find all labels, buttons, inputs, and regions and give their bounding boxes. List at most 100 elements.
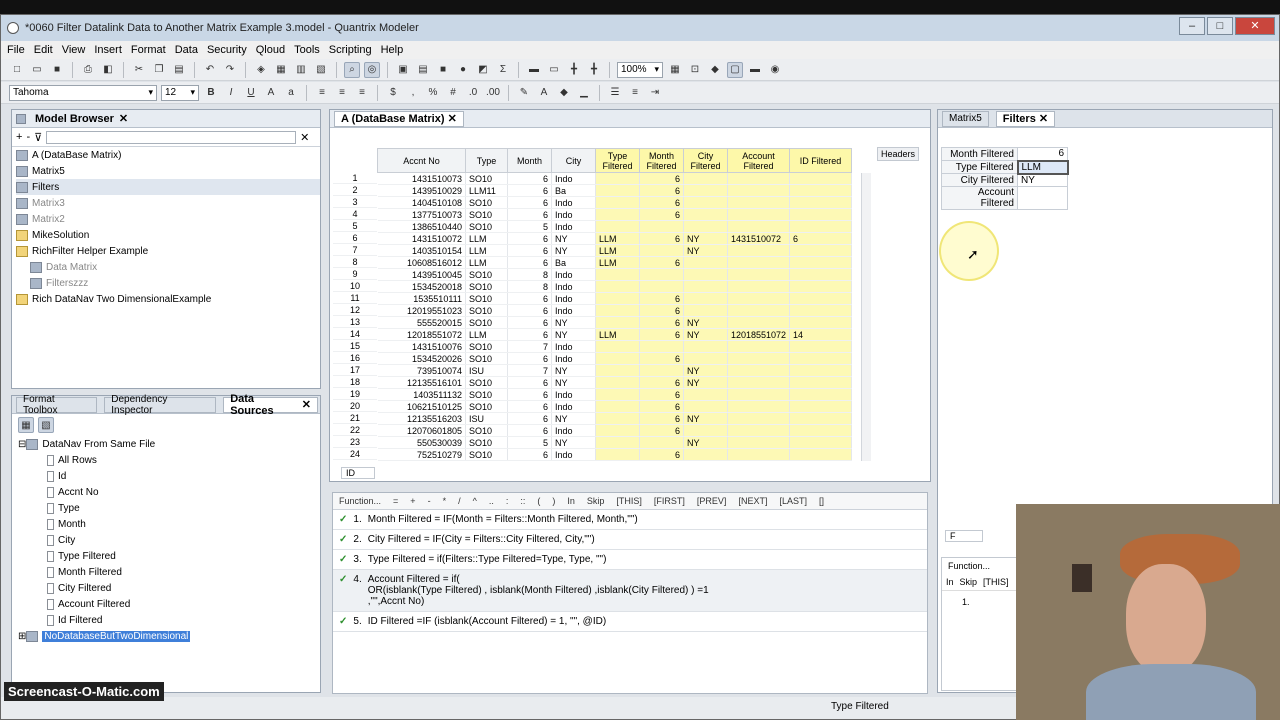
datasource-field[interactable]: Id Filtered — [18, 612, 320, 628]
cell[interactable]: 1404510108 — [377, 196, 466, 209]
cell[interactable]: SO10 — [465, 316, 508, 329]
cell[interactable]: SO10 — [465, 304, 508, 317]
formula-tool-button[interactable]: [] — [819, 496, 824, 506]
cell[interactable]: SO10 — [465, 280, 508, 293]
cell[interactable]: 6 — [507, 244, 552, 257]
redo-icon[interactable]: ↷ — [222, 62, 238, 78]
bold-icon[interactable]: B — [203, 85, 219, 101]
cell[interactable]: NY — [683, 436, 728, 449]
cell[interactable]: Indo — [551, 172, 596, 185]
cell[interactable]: 6 — [639, 196, 684, 209]
column-header[interactable]: City — [551, 148, 596, 173]
open-icon[interactable]: ▭ — [29, 62, 45, 78]
percent-icon[interactable]: % — [425, 85, 441, 101]
cell[interactable] — [595, 220, 640, 233]
cell[interactable]: SO10 — [465, 388, 508, 401]
cell[interactable] — [595, 400, 640, 413]
cell[interactable]: NY — [551, 328, 596, 341]
cell[interactable]: SO10 — [465, 196, 508, 209]
cell[interactable]: 1431510076 — [377, 340, 466, 353]
cell[interactable]: LLM11 — [465, 184, 508, 197]
menu-security[interactable]: Security — [207, 44, 247, 56]
cell[interactable]: 12135516101 — [377, 376, 466, 389]
cell[interactable]: Indo — [551, 304, 596, 317]
cell[interactable] — [683, 424, 728, 437]
cell[interactable]: NY — [683, 244, 728, 257]
cell[interactable] — [595, 304, 640, 317]
collapse-icon[interactable]: ⊟ — [18, 439, 26, 450]
row-number[interactable]: 24 — [333, 448, 377, 460]
cell[interactable] — [789, 244, 852, 257]
cell[interactable]: 6 — [507, 304, 552, 317]
row-number[interactable]: 16 — [333, 352, 377, 364]
cell[interactable]: 12018551072 — [727, 328, 790, 341]
datasource-field[interactable]: Month — [18, 516, 320, 532]
cell[interactable] — [789, 220, 852, 233]
right-function-button[interactable]: Function... — [942, 558, 1016, 574]
cell[interactable] — [789, 340, 852, 353]
cell[interactable]: Indo — [551, 280, 596, 293]
font-shrink-icon[interactable]: a — [283, 85, 299, 101]
menu-data[interactable]: Data — [175, 44, 198, 56]
cell[interactable]: Indo — [551, 352, 596, 365]
cell[interactable]: 555520015 — [377, 316, 466, 329]
cell[interactable] — [595, 208, 640, 221]
cell[interactable]: Indo — [551, 400, 596, 413]
filter-value[interactable] — [1017, 186, 1068, 210]
column-header[interactable]: Account Filtered — [727, 148, 790, 173]
cell[interactable]: 1534520018 — [377, 280, 466, 293]
ungroup-icon[interactable]: ▭ — [546, 62, 562, 78]
minimize-button[interactable]: – — [1179, 17, 1205, 35]
cell[interactable] — [683, 448, 728, 461]
cell[interactable]: Ba — [551, 256, 596, 269]
cell[interactable] — [595, 436, 640, 449]
cell[interactable]: Indo — [551, 220, 596, 233]
cell[interactable] — [789, 268, 852, 281]
menu-scripting[interactable]: Scripting — [329, 44, 372, 56]
cell[interactable] — [595, 292, 640, 305]
column-header[interactable]: Month Filtered — [639, 148, 684, 173]
row-number[interactable]: 3 — [333, 196, 377, 208]
cell[interactable]: 1403510154 — [377, 244, 466, 257]
cell[interactable] — [727, 364, 790, 377]
cube-icon[interactable]: ◆ — [707, 62, 723, 78]
tree-item[interactable]: MikeSolution — [16, 227, 320, 243]
cell[interactable] — [639, 280, 684, 293]
cell[interactable]: 6 — [507, 448, 552, 461]
cell[interactable]: 1534520026 — [377, 352, 466, 365]
cell[interactable]: 6 — [507, 424, 552, 437]
column-header[interactable]: Type — [465, 148, 508, 173]
italic-icon[interactable]: I — [223, 85, 239, 101]
line-color-icon[interactable]: ▁ — [576, 85, 592, 101]
cell[interactable] — [595, 172, 640, 185]
cell[interactable] — [727, 388, 790, 401]
cell[interactable] — [683, 208, 728, 221]
cell[interactable] — [683, 340, 728, 353]
cell[interactable] — [727, 376, 790, 389]
cell[interactable] — [789, 184, 852, 197]
cell[interactable]: 6 — [507, 196, 552, 209]
formula-tool-button[interactable]: Skip — [587, 496, 605, 506]
cell[interactable]: NY — [551, 316, 596, 329]
cell[interactable]: SO10 — [465, 352, 508, 365]
datasource-field[interactable]: Type Filtered — [18, 548, 320, 564]
tree-item[interactable]: Matrix2 — [16, 211, 320, 227]
formula-tool-button[interactable]: : — [506, 496, 509, 506]
cell[interactable] — [727, 244, 790, 257]
format-painter-icon[interactable]: ✎ — [516, 85, 532, 101]
matrix-scrollbar[interactable] — [861, 173, 871, 461]
maximize-button[interactable]: □ — [1207, 17, 1233, 35]
cell[interactable]: 6 — [639, 400, 684, 413]
filter-value[interactable]: NY — [1017, 173, 1068, 187]
cell[interactable]: LLM — [595, 244, 640, 257]
cell[interactable]: 6 — [639, 304, 684, 317]
toggle-view-icon[interactable]: ▢ — [727, 61, 743, 78]
cell[interactable]: 5 — [507, 436, 552, 449]
datasource-field[interactable]: Account Filtered — [18, 596, 320, 612]
menu-format[interactable]: Format — [131, 44, 166, 56]
cell[interactable] — [639, 340, 684, 353]
row-number[interactable]: 23 — [333, 436, 377, 448]
formula-tool-button[interactable]: [FIRST] — [654, 496, 685, 506]
expand-icon[interactable]: ⊞ — [18, 631, 26, 642]
cell[interactable]: SO10 — [465, 340, 508, 353]
